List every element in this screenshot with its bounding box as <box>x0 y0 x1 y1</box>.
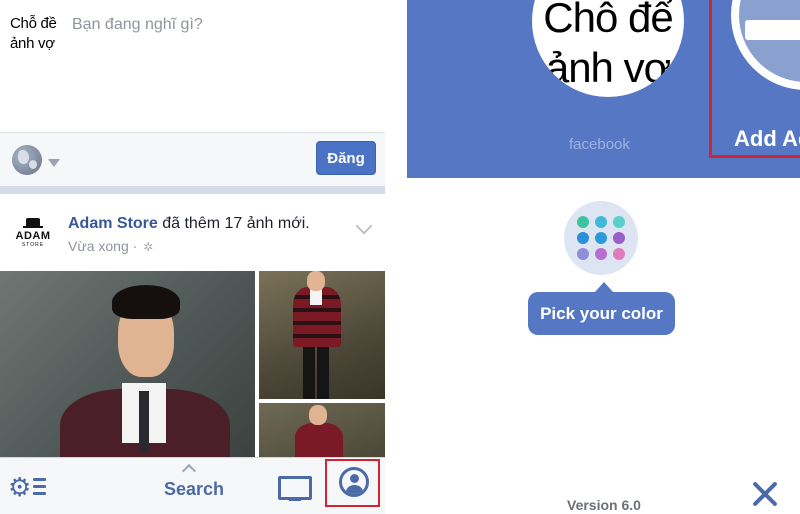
status-input[interactable]: Bạn đang nghĩ gì? <box>72 16 203 34</box>
post-photo-thumb[interactable] <box>259 403 385 457</box>
panel-gap <box>385 0 407 514</box>
hat-icon <box>23 218 43 228</box>
left-screen: Chỗ đề ảnh vợ Bạn đang nghĩ gì? Đăng ADA… <box>0 0 385 514</box>
right-screen: Chỗ để ảnh vợ facebook Add Ac Pick your … <box>407 0 800 514</box>
store-logo[interactable]: ADAM STORE <box>10 210 56 256</box>
list-icon[interactable] <box>33 478 46 499</box>
post-timestamp: Vừa xong · ✲ <box>68 238 153 254</box>
post-author-link[interactable]: Adam Store <box>68 215 158 232</box>
chevron-up-icon[interactable] <box>181 463 197 479</box>
logo-subtext: STORE <box>21 242 45 248</box>
post-time-text[interactable]: Vừa xong <box>68 238 129 254</box>
logo-text: ADAM <box>15 230 51 242</box>
time-separator: · <box>128 238 142 254</box>
color-dot <box>613 232 625 244</box>
post-button[interactable]: Đăng <box>316 141 376 175</box>
account-avatar[interactable]: Chỗ để ảnh vợ <box>532 0 684 97</box>
chevron-down-icon[interactable] <box>48 159 60 167</box>
color-dot <box>577 216 589 228</box>
color-dot <box>577 248 589 260</box>
post-header: ADAM STORE Adam Store đã thêm 17 ảnh mới… <box>0 194 385 270</box>
color-dot <box>613 248 625 260</box>
feed-divider <box>0 186 385 194</box>
post-options-chevron-icon[interactable] <box>355 217 373 235</box>
add-account-highlight-box <box>709 0 800 158</box>
color-dot <box>577 232 589 244</box>
color-dot <box>613 216 625 228</box>
composer-avatar: Chỗ đề ảnh vợ <box>10 15 57 52</box>
version-label: Version 6.0 <box>567 497 641 513</box>
search-tab[interactable]: Search <box>164 479 224 500</box>
account-header: Chỗ để ảnh vợ facebook Add Ac <box>407 0 800 178</box>
pick-color-button[interactable]: Pick your color <box>528 292 675 335</box>
color-dot <box>595 248 607 260</box>
color-dot <box>595 232 607 244</box>
color-dot <box>595 216 607 228</box>
profile-icon[interactable] <box>339 467 369 497</box>
palette-icon[interactable] <box>564 201 638 275</box>
brand-label: facebook <box>569 136 630 153</box>
gear-icon[interactable]: ⚙ <box>8 474 31 500</box>
globe-icon[interactable] <box>12 145 42 175</box>
post-title: Adam Store đã thêm 17 ảnh mới. <box>68 215 310 233</box>
account-avatar-text: Chỗ để ảnh vợ <box>543 0 673 91</box>
post-action: đã thêm 17 ảnh mới. <box>157 215 310 232</box>
monitor-icon[interactable] <box>278 476 312 504</box>
post-photo-main[interactable] <box>0 271 255 457</box>
close-icon[interactable] <box>749 478 781 510</box>
privacy-icon: ✲ <box>143 240 154 254</box>
post-photo-thumb[interactable] <box>259 271 385 399</box>
status-composer: Chỗ đề ảnh vợ Bạn đang nghĩ gì? <box>0 0 385 132</box>
